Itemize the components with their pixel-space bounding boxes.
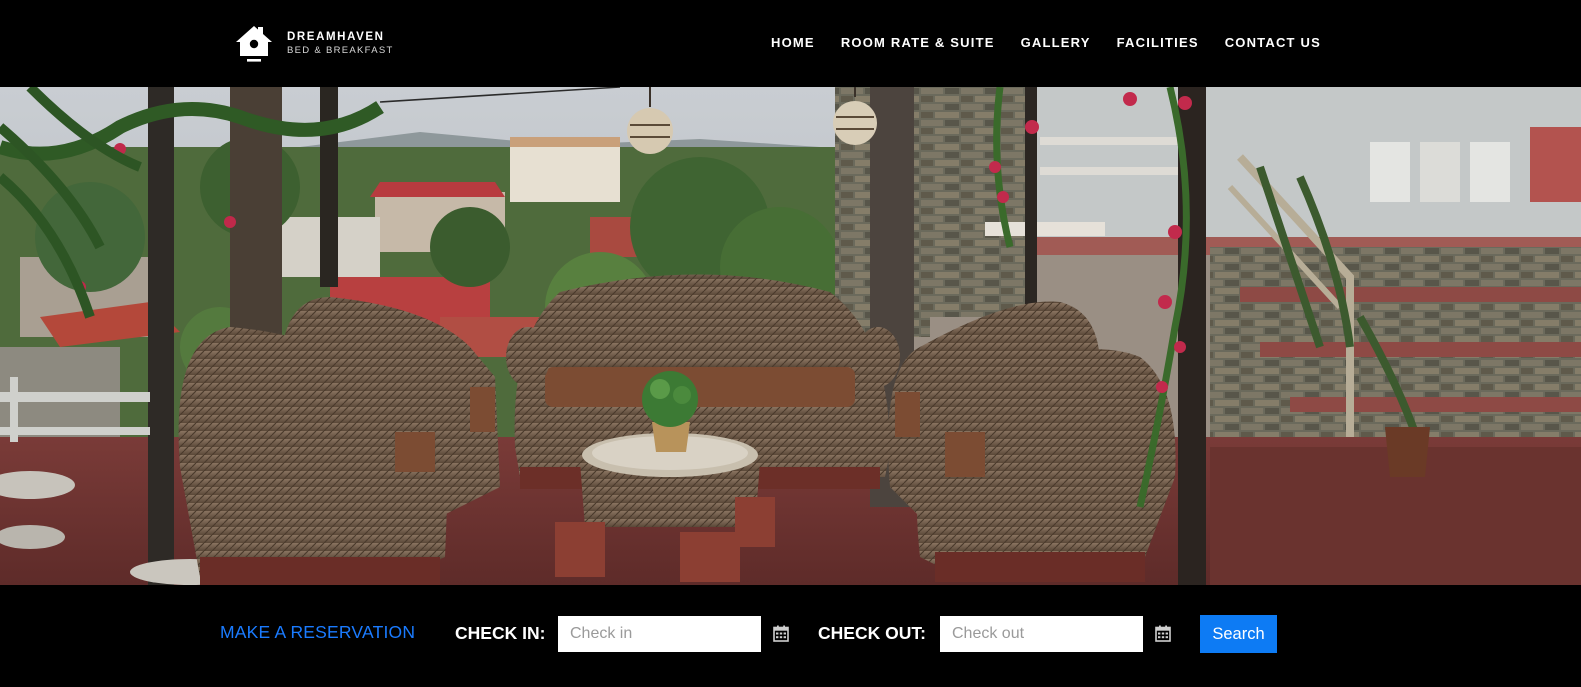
make-reservation-link[interactable]: MAKE A RESERVATION xyxy=(220,622,415,643)
nav-contact-us[interactable]: CONTACT US xyxy=(1225,35,1321,51)
check-out-input[interactable] xyxy=(940,616,1143,652)
search-button[interactable]: Search xyxy=(1200,615,1277,653)
check-out-label: CHECK OUT: xyxy=(818,623,926,643)
calendar-icon[interactable] xyxy=(1155,625,1171,642)
site-header: DREAMHAVEN BED & BREAKFAST HOME ROOM RAT… xyxy=(0,0,1581,87)
nav-room-rate-suite[interactable]: ROOM RATE & SUITE xyxy=(841,35,995,51)
house-icon xyxy=(236,26,272,62)
nav-home[interactable]: HOME xyxy=(771,35,815,51)
nav-facilities[interactable]: FACILITIES xyxy=(1117,35,1199,51)
nav-gallery[interactable]: GALLERY xyxy=(1021,35,1091,51)
brand-name: DREAMHAVEN xyxy=(287,31,385,43)
calendar-icon[interactable] xyxy=(773,625,789,642)
brand-logo[interactable]: DREAMHAVEN BED & BREAKFAST xyxy=(234,24,394,64)
check-in-label: CHECK IN: xyxy=(455,623,546,643)
main-nav: HOME ROOM RATE & SUITE GALLERY FACILITIE… xyxy=(771,35,1321,51)
hero-image xyxy=(0,87,1581,585)
brand-text: DREAMHAVEN BED & BREAKFAST xyxy=(287,30,394,58)
brand-tagline: BED & BREAKFAST xyxy=(287,45,394,56)
check-in-input[interactable] xyxy=(558,616,761,652)
